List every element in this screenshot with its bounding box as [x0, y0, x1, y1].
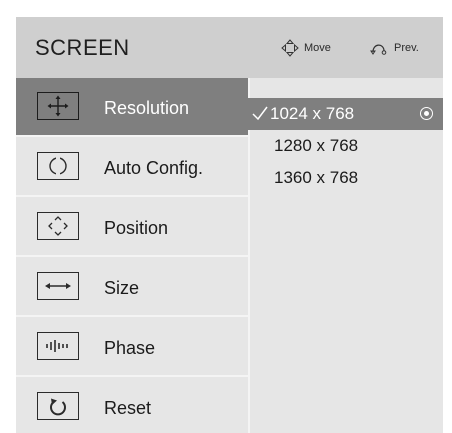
prev-hint: Prev.	[369, 39, 419, 57]
menu-header: SCREEN Move Prev.	[16, 17, 443, 78]
move-hint: Move	[281, 39, 331, 57]
menu-item-position[interactable]: Position	[16, 198, 248, 257]
page-title: SCREEN	[35, 35, 130, 60]
option-1280x768[interactable]: 1280 x 768	[250, 130, 443, 162]
move-icon	[281, 39, 299, 57]
auto-config-icon	[37, 152, 79, 180]
menu-item-size[interactable]: Size	[16, 258, 248, 317]
menu-item-label: Resolution	[104, 98, 190, 118]
move-hint-label: Move	[304, 42, 331, 54]
menu-item-label: Phase	[104, 338, 156, 358]
resolution-options: 1024 x 768 1280 x 768 1360 x 768	[246, 78, 443, 433]
selected-radio-icon	[420, 107, 433, 120]
checkmark-icon	[252, 106, 268, 121]
phase-icon	[37, 332, 79, 360]
menu-item-resolution[interactable]: Resolution	[16, 78, 248, 137]
option-1024x768[interactable]: 1024 x 768	[246, 98, 443, 130]
menu-item-auto-config[interactable]: Auto Config.	[16, 138, 248, 197]
screen-osd-menu: SCREEN Move Prev. Resolution Auto Config…	[16, 17, 443, 433]
reset-icon	[37, 392, 79, 420]
menu-item-phase[interactable]: Phase	[16, 318, 248, 377]
option-1360x768[interactable]: 1360 x 768	[250, 162, 443, 194]
size-icon	[37, 272, 79, 300]
position-icon	[37, 212, 79, 240]
settings-menu: Resolution Auto Config. Position Size Ph…	[16, 78, 250, 433]
prev-icon	[370, 44, 387, 55]
resolution-icon	[37, 92, 79, 120]
option-label: 1024 x 768	[270, 104, 355, 123]
option-label: 1280 x 768	[274, 136, 359, 155]
menu-item-label: Position	[104, 218, 169, 238]
menu-item-label: Reset	[104, 398, 152, 418]
prev-hint-label: Prev.	[394, 42, 419, 54]
menu-item-label: Auto Config.	[104, 158, 204, 178]
menu-item-label: Size	[104, 278, 140, 298]
option-label: 1360 x 768	[274, 168, 359, 187]
menu-item-reset[interactable]: Reset	[16, 378, 248, 433]
